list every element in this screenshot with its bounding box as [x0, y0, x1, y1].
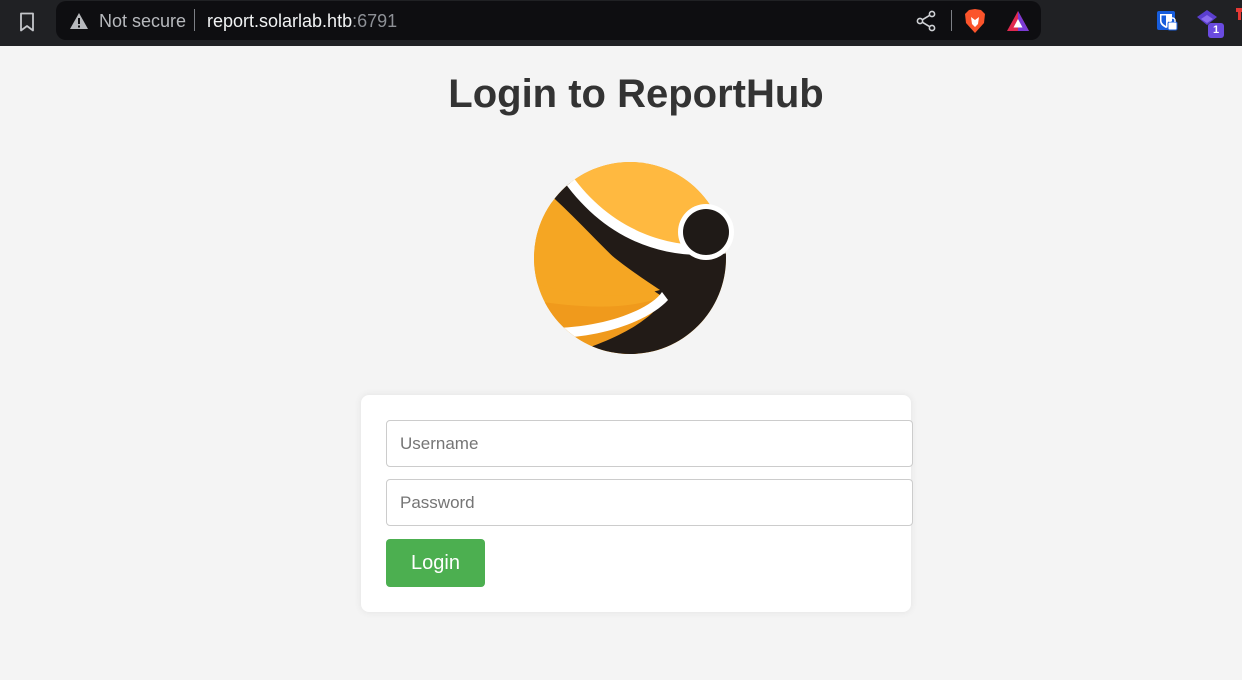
password-input[interactable]: [386, 479, 913, 526]
brave-shield-icon[interactable]: [964, 8, 986, 34]
browser-toolbar: Not secure report.solarlab.htb:6791 1: [0, 0, 1242, 46]
url-host: report.solarlab.htb: [207, 11, 353, 31]
share-icon[interactable]: [914, 9, 938, 33]
security-status[interactable]: Not secure: [99, 10, 186, 32]
extension-badge: 1: [1208, 23, 1224, 38]
reporthub-logo: [534, 162, 734, 354]
login-page: Login to ReportHub Logi: [0, 46, 1242, 680]
omnibox-separator: [951, 10, 952, 31]
bitwarden-icon[interactable]: [1156, 10, 1178, 32]
page-title: Login to ReportHub: [448, 72, 824, 116]
bookmark-icon: [20, 12, 34, 32]
extension-icon[interactable]: [1234, 8, 1242, 20]
username-input[interactable]: [386, 420, 913, 467]
warning-triangle-icon[interactable]: [69, 11, 89, 31]
login-card: Login: [361, 395, 913, 612]
address-bar[interactable]: Not secure report.solarlab.htb:6791: [56, 1, 1041, 40]
address-separator: [194, 9, 195, 31]
brave-rewards-icon[interactable]: [1006, 10, 1030, 32]
bookmark-button[interactable]: [12, 7, 42, 37]
url-text[interactable]: report.solarlab.htb:6791: [207, 10, 397, 32]
url-port: :6791: [352, 11, 398, 31]
login-button[interactable]: Login: [386, 539, 485, 587]
